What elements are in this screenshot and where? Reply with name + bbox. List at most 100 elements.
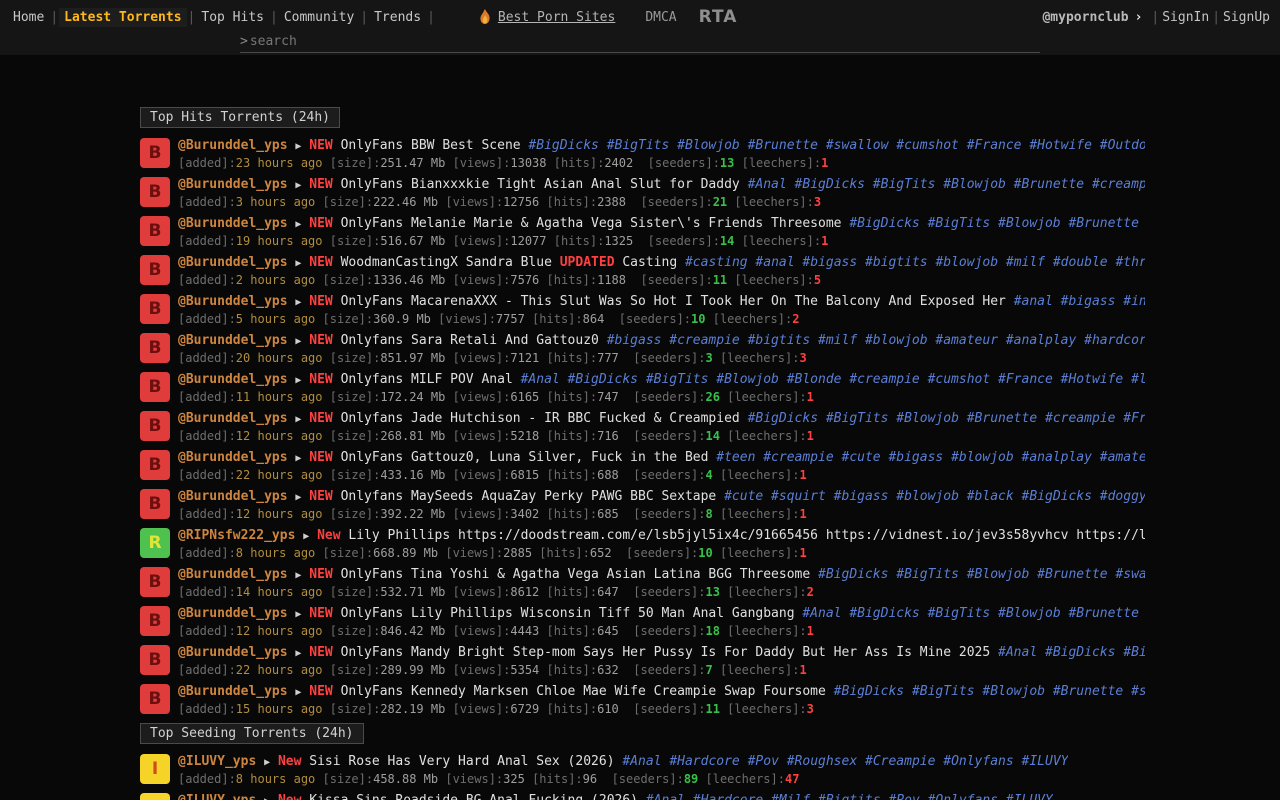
arrow-icon: ▶ bbox=[295, 219, 301, 230]
torrent-title[interactable]: Kissa Sins Roadside BG Anal Fucking (202… bbox=[309, 793, 638, 800]
arrow-icon: ▶ bbox=[295, 375, 301, 386]
signup-link[interactable]: SignUp bbox=[1221, 10, 1272, 25]
hashtags[interactable]: #bigass #creampie #bigtits #milf #blowjo… bbox=[607, 333, 1145, 348]
seeders-label: [seeders]: bbox=[633, 663, 705, 677]
torrent-title[interactable]: OnlyFans Kennedy Marksen Chloe Mae Wife … bbox=[341, 684, 826, 699]
channel-link[interactable]: @Burunddel_yps bbox=[178, 411, 288, 426]
hashtags[interactable]: #Anal #BigDicks #BigTits #Blowjob #Brune… bbox=[748, 177, 1145, 192]
channel-avatar[interactable]: B bbox=[140, 606, 170, 636]
seeders-label: [seeders]: bbox=[633, 390, 705, 404]
torrent-title[interactable]: OnlyFans Gattouz0, Luna Silver, Fuck in … bbox=[341, 450, 709, 465]
hashtags[interactable]: #Anal #Hardcore #Pov #Roughsex #Creampie… bbox=[622, 754, 1068, 769]
channel-avatar[interactable]: B bbox=[140, 411, 170, 441]
hashtags[interactable]: #BigDicks #BigTits #Blowjob #Brunette #s… bbox=[834, 684, 1145, 699]
torrent-title[interactable]: OnlyFans BBW Best Scene bbox=[341, 138, 521, 153]
torrent-title[interactable]: Onlyfans Jade Hutchison - IR BBC Fucked … bbox=[341, 411, 740, 426]
hits-value: 610 bbox=[597, 702, 619, 716]
torrent-row-body: @Burunddel_yps ▶ NEW Onlyfans Jade Hutch… bbox=[178, 411, 1145, 443]
torrent-title[interactable]: OnlyFans Bianxxxkie Tight Asian Anal Slu… bbox=[341, 177, 740, 192]
search-input[interactable] bbox=[250, 34, 1040, 49]
menu-item-home[interactable]: Home bbox=[8, 8, 49, 27]
channel-link[interactable]: @Burunddel_yps bbox=[178, 294, 288, 309]
hashtags[interactable]: #Anal #BigDicks #BigTits #Blowjob #Brune… bbox=[802, 606, 1145, 621]
channel-avatar[interactable]: I bbox=[140, 754, 170, 784]
torrent-title[interactable]: Onlyfans MILF POV Anal bbox=[341, 372, 513, 387]
best-porn-sites-link[interactable]: Best Porn Sites bbox=[498, 10, 615, 25]
channel-link[interactable]: @Burunddel_yps bbox=[178, 489, 288, 504]
menu-item-community[interactable]: Community bbox=[279, 8, 359, 27]
hashtags[interactable]: #BigDicks #BigTits #Blowjob #Brunette #c… bbox=[748, 411, 1145, 426]
menu-separator: | bbox=[270, 10, 278, 25]
channel-avatar[interactable]: B bbox=[140, 567, 170, 597]
size-value: 846.42 Mb bbox=[380, 624, 445, 638]
account-name[interactable]: @mypornclub bbox=[1042, 10, 1128, 25]
hashtags[interactable]: #BigDicks #BigTits #Blowjob #Brunette #s… bbox=[528, 138, 1145, 153]
channel-avatar[interactable]: B bbox=[140, 177, 170, 207]
channel-link[interactable]: @ILUVY_yps bbox=[178, 793, 256, 800]
torrent-meta-line: [added]:20 hours ago [size]:851.97 Mb [v… bbox=[178, 351, 1145, 365]
hashtags[interactable]: #teen #creampie #cute #bigass #blowjob #… bbox=[716, 450, 1145, 465]
channel-link[interactable]: @Burunddel_yps bbox=[178, 645, 288, 660]
torrent-row: B @Burunddel_yps ▶ NEW OnlyFans Tina Yos… bbox=[140, 567, 1145, 599]
hashtags[interactable]: #anal #bigass #interrac… bbox=[1014, 294, 1145, 309]
torrent-title[interactable]: WoodmanCastingX Sandra Blue bbox=[341, 255, 552, 270]
channel-link[interactable]: @Burunddel_yps bbox=[178, 216, 288, 231]
torrent-title[interactable]: OnlyFans Tina Yoshi & Agatha Vega Asian … bbox=[341, 567, 811, 582]
size-value: 1336.46 Mb bbox=[373, 273, 445, 287]
torrent-title[interactable]: Sisi Rose Has Very Hard Anal Sex (2026) bbox=[309, 754, 614, 769]
channel-avatar[interactable]: B bbox=[140, 489, 170, 519]
hashtags[interactable]: #Anal #BigDicks #BigTits #Blowjob #Blond… bbox=[521, 372, 1145, 387]
channel-link[interactable]: @Burunddel_yps bbox=[178, 177, 288, 192]
signin-link[interactable]: SignIn bbox=[1160, 10, 1211, 25]
torrent-title-line: @Burunddel_yps ▶ NEW OnlyFans MacarenaXX… bbox=[178, 294, 1145, 311]
menu-item-top-hits[interactable]: Top Hits bbox=[196, 8, 269, 27]
channel-link[interactable]: @ILUVY_yps bbox=[178, 754, 256, 769]
torrent-title[interactable]: OnlyFans MacarenaXXX - This Slut Was So … bbox=[341, 294, 1006, 309]
seeders-label: [seeders]: bbox=[640, 195, 712, 209]
hits-label: [hits]: bbox=[547, 624, 598, 638]
torrent-title[interactable]: OnlyFans Melanie Marie & Agatha Vega Sis… bbox=[341, 216, 842, 231]
torrent-title[interactable]: Onlyfans Sara Retali And Gattouz0 bbox=[341, 333, 599, 348]
chevron-right-icon[interactable]: › bbox=[1135, 10, 1143, 25]
torrent-title[interactable]: OnlyFans Lily Phillips Wisconsin Tiff 50… bbox=[341, 606, 795, 621]
channel-avatar[interactable]: B bbox=[140, 138, 170, 168]
channel-avatar[interactable]: B bbox=[140, 294, 170, 324]
hashtags[interactable]: #cute #squirt #bigass #blowjob #black #B… bbox=[724, 489, 1145, 504]
hashtags[interactable]: #BigDicks #BigTits #Blowjob #Brunette #s… bbox=[849, 216, 1145, 231]
menu-item-latest-torrents[interactable]: Latest Torrents bbox=[59, 8, 186, 27]
channel-link[interactable]: @Burunddel_yps bbox=[178, 372, 288, 387]
channel-link[interactable]: @Burunddel_yps bbox=[178, 450, 288, 465]
hashtags[interactable]: #Anal #BigDicks #BigTits … bbox=[998, 645, 1145, 660]
channel-link[interactable]: @RIPNsfw222_yps bbox=[178, 528, 295, 543]
added-value: 14 hours ago bbox=[236, 585, 323, 599]
hashtags[interactable]: #casting #anal #bigass #bigtits #blowjob… bbox=[685, 255, 1145, 270]
channel-avatar[interactable]: B bbox=[140, 372, 170, 402]
channel-avatar[interactable]: I bbox=[140, 793, 170, 800]
menu-item-trends[interactable]: Trends bbox=[369, 8, 426, 27]
hashtags[interactable]: #BigDicks #BigTits #Blowjob #Brunette #s… bbox=[818, 567, 1145, 582]
torrent-title[interactable]: Casting bbox=[622, 255, 677, 270]
channel-avatar[interactable]: R bbox=[140, 528, 170, 558]
channel-avatar[interactable]: B bbox=[140, 333, 170, 363]
channel-link[interactable]: @Burunddel_yps bbox=[178, 606, 288, 621]
channel-avatar[interactable]: B bbox=[140, 645, 170, 675]
new-badge: NEW bbox=[309, 177, 332, 192]
channel-link[interactable]: @Burunddel_yps bbox=[178, 567, 288, 582]
channel-link[interactable]: @Burunddel_yps bbox=[178, 255, 288, 270]
channel-avatar[interactable]: B bbox=[140, 450, 170, 480]
size-value: 268.81 Mb bbox=[380, 429, 445, 443]
leechers-label: [leechers]: bbox=[720, 507, 799, 521]
torrent-title[interactable]: Lily Phillips https://doodstream.com/e/l… bbox=[348, 528, 1145, 543]
torrent-title[interactable]: OnlyFans Mandy Bright Step-mom Says Her … bbox=[341, 645, 991, 660]
channel-avatar[interactable]: B bbox=[140, 216, 170, 246]
channel-link[interactable]: @Burunddel_yps bbox=[178, 333, 288, 348]
channel-avatar[interactable]: B bbox=[140, 255, 170, 285]
torrent-title[interactable]: Onlyfans MaySeeds AquaZay Perky PAWG BBC… bbox=[341, 489, 717, 504]
new-badge: NEW bbox=[309, 216, 332, 231]
channel-link[interactable]: @Burunddel_yps bbox=[178, 138, 288, 153]
hashtags[interactable]: #Anal #Hardcore #Milf #Bigtits #Pov #Onl… bbox=[646, 793, 1053, 800]
size-label: [size]: bbox=[323, 273, 374, 287]
channel-avatar[interactable]: B bbox=[140, 684, 170, 714]
dmca-link[interactable]: DMCA bbox=[645, 10, 676, 25]
channel-link[interactable]: @Burunddel_yps bbox=[178, 684, 288, 699]
